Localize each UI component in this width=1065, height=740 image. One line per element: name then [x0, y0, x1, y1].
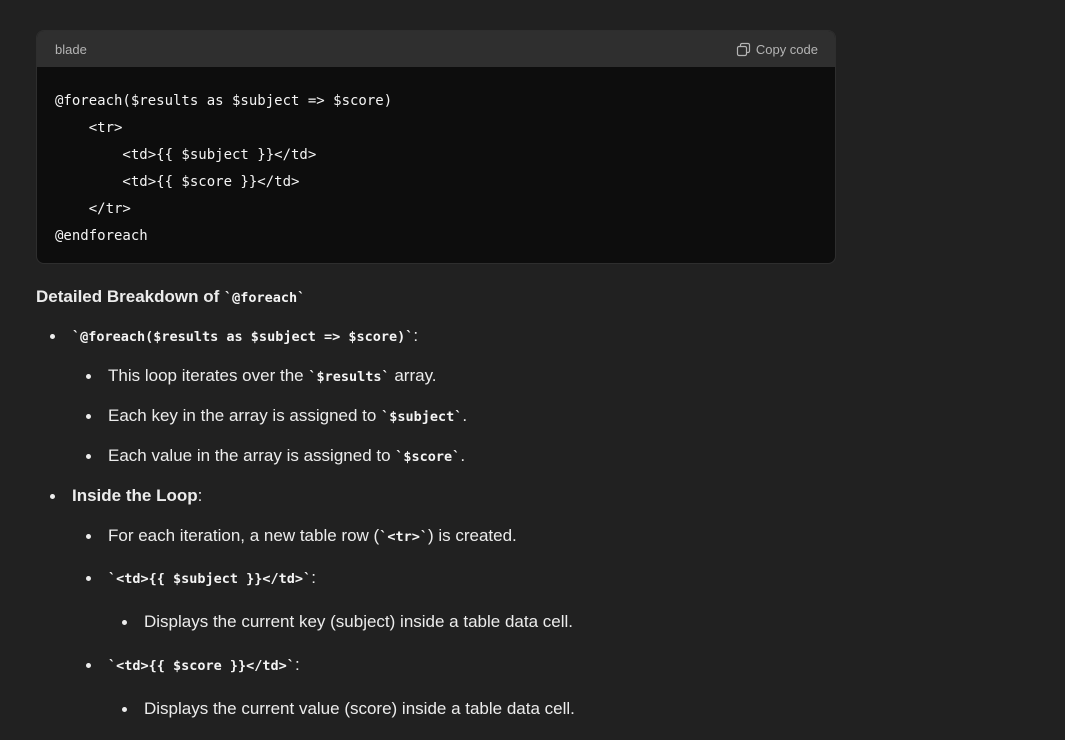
list-item-row: Displays the current key (subject) insid… [122, 611, 1036, 633]
sub-sub-list: Displays the current value (score) insid… [108, 698, 1036, 720]
list-item-text: This loop iterates over the [108, 366, 309, 385]
code-line: @foreach($results as $subject => $score) [55, 93, 393, 109]
inline-code: `$subject` [381, 409, 463, 425]
list-item: `<td>{{ $subject }}</td>`: Displays the … [86, 567, 1036, 633]
code-header: blade Copy code [37, 31, 835, 67]
copy-code-button[interactable]: Copy code [736, 42, 818, 57]
sub-list: This loop iterates over the `$results` a… [72, 365, 1036, 467]
list-item: Each value in the array is assigned to `… [86, 445, 1036, 467]
list-item-suffix: : [413, 326, 419, 345]
list-item-text: . [462, 406, 468, 425]
list-item-text: ) is created. [427, 526, 517, 545]
chat-page: blade Copy code @foreach($results as $su… [0, 0, 1065, 740]
list-item-text: array. [389, 366, 437, 385]
list-item-suffix: : [294, 655, 300, 674]
breakdown-heading: Detailed Breakdown of `@foreach` [36, 284, 1036, 310]
list-item-row: `<td>{{ $subject }}</td>`: [86, 567, 1036, 589]
breakdown-heading-text: Detailed Breakdown of [36, 287, 224, 306]
list-item: Displays the current value (score) insid… [122, 698, 1036, 720]
code-line: @endforeach [55, 228, 148, 244]
copy-code-label: Copy code [755, 41, 818, 57]
inline-code: `<td>{{ $subject }}</td>` [108, 571, 312, 587]
list-item: For each iteration, a new table row (`<t… [86, 525, 1036, 547]
inline-code: `@foreach` [223, 290, 306, 306]
list-item-row: Each key in the array is assigned to `$s… [86, 405, 1036, 427]
sub-list: For each iteration, a new table row (`<t… [72, 525, 1036, 720]
code-line: <td>{{ $score }}</td> [55, 174, 300, 190]
list-item-text: Each key in the array is assigned to [108, 406, 382, 425]
list-item: This loop iterates over the `$results` a… [86, 365, 1036, 387]
code-line: <td>{{ $subject }}</td> [55, 147, 317, 163]
code-line: </tr> [55, 201, 131, 217]
inline-code: `<tr>` [379, 529, 428, 545]
breakdown-section: Detailed Breakdown of `@foreach` `@forea… [36, 284, 1036, 720]
list-item: `@foreach($results as $subject => $score… [50, 325, 1036, 467]
list-item-row: Inside the Loop: [50, 485, 1036, 507]
list-item-row: `@foreach($results as $subject => $score… [50, 325, 1036, 347]
list-item-label: Inside the Loop [72, 486, 198, 505]
list-item: `<td>{{ $score }}</td>`: Displays the cu… [86, 654, 1036, 720]
sub-sub-list: Displays the current key (subject) insid… [108, 611, 1036, 633]
list-item-text: . [460, 446, 466, 465]
list-item-row: `<td>{{ $score }}</td>`: [86, 654, 1036, 676]
list-item-row: This loop iterates over the `$results` a… [86, 365, 1036, 387]
list-item-row: Displays the current value (score) insid… [122, 698, 1036, 720]
list-item-text: For each iteration, a new table row ( [108, 526, 380, 545]
list-item: Inside the Loop: For each iteration, a n… [50, 485, 1036, 720]
list-item-suffix: : [197, 486, 203, 505]
list-item: Displays the current key (subject) insid… [122, 611, 1036, 633]
copy-icon [736, 42, 750, 56]
inline-code: `$score` [395, 449, 461, 465]
list-item-row: Each value in the array is assigned to `… [86, 445, 1036, 467]
list-item-text: Each value in the array is assigned to [108, 446, 396, 465]
breakdown-list: `@foreach($results as $subject => $score… [36, 325, 1036, 720]
inline-code: `$results` [308, 369, 390, 385]
list-item-suffix: : [311, 568, 316, 587]
code-line: <tr> [55, 120, 123, 136]
inline-code: `<td>{{ $score }}</td>` [108, 658, 295, 674]
inline-code: `@foreach($results as $subject => $score… [72, 329, 414, 345]
list-item-row: For each iteration, a new table row (`<t… [86, 525, 1036, 547]
code-language-label: blade [55, 41, 87, 57]
code-body: @foreach($results as $subject => $score)… [37, 67, 835, 250]
code-block: blade Copy code @foreach($results as $su… [36, 30, 836, 264]
list-item: Each key in the array is assigned to `$s… [86, 405, 1036, 427]
